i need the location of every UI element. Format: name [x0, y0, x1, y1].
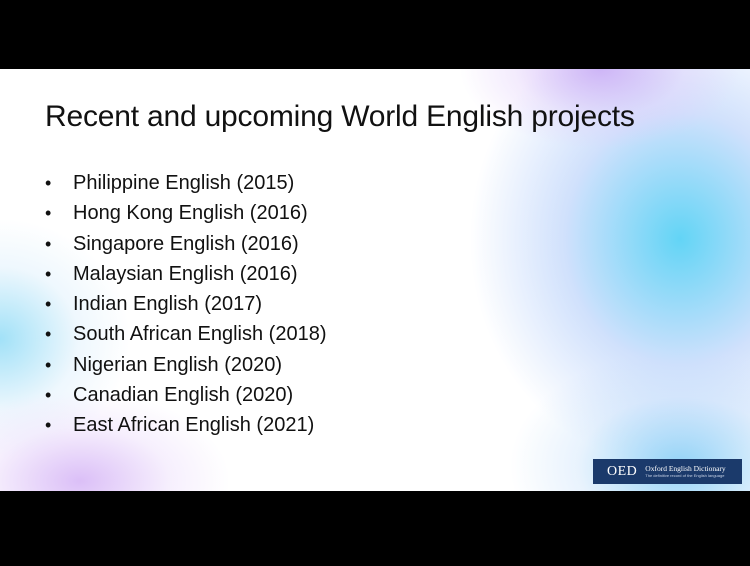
- oed-logo: OED Oxford English Dictionary The defini…: [593, 459, 742, 484]
- list-item-text: South African English (2018): [73, 323, 327, 346]
- list-item: • Malaysian English (2016): [45, 259, 327, 289]
- list-item-text: Philippine English (2015): [73, 172, 295, 194]
- list-item-text: East African English (2021): [73, 414, 315, 437]
- list-item-text: Indian English (2017): [73, 293, 263, 316]
- list-item-text: Singapore English (2016): [73, 232, 299, 255]
- list-item-text: Hong Kong English (2016): [73, 202, 308, 225]
- list-item: • Indian English (2017): [45, 289, 327, 319]
- bullet-icon: •: [45, 294, 52, 315]
- oed-logo-tagline: The definitive record of the English lan…: [645, 472, 725, 478]
- list-item: • Nigerian English (2020): [45, 350, 327, 380]
- list-item: • South African English (2018): [45, 319, 327, 349]
- list-item: • East African English (2021): [45, 410, 327, 440]
- oed-logo-name: Oxford English Dictionary: [645, 464, 726, 474]
- bullet-icon: •: [45, 233, 52, 254]
- list-item: • Canadian English (2020): [45, 380, 327, 410]
- bullet-list: • Philippine English (2015) • Hong Kong En…: [45, 168, 327, 441]
- list-item-text: Malaysian English (2016): [73, 262, 298, 285]
- bullet-icon: •: [45, 415, 52, 436]
- list-item: • Singapore English (2016): [45, 229, 327, 259]
- bullet-icon: •: [45, 173, 52, 193]
- bullet-icon: •: [45, 324, 52, 345]
- bullet-icon: •: [45, 354, 52, 375]
- slide: Recent and upcoming World English projec…: [0, 69, 750, 491]
- oed-logo-mark: OED: [607, 463, 638, 479]
- list-item: • Hong Kong English (2016): [45, 198, 327, 228]
- bullet-icon: •: [45, 385, 52, 406]
- list-item: • Philippine English (2015): [45, 168, 327, 198]
- bullet-icon: •: [45, 263, 52, 284]
- slide-title: Recent and upcoming World English projec…: [45, 100, 635, 133]
- slide-content: Recent and upcoming World English projec…: [0, 69, 750, 491]
- presentation-viewer: Recent and upcoming World English projec…: [0, 0, 750, 566]
- list-item-text: Nigerian English (2020): [73, 353, 283, 376]
- list-item-text: Canadian English (2020): [73, 384, 294, 407]
- bullet-icon: •: [45, 203, 52, 224]
- oed-logo-text: Oxford English Dictionary The definitive…: [645, 465, 725, 478]
